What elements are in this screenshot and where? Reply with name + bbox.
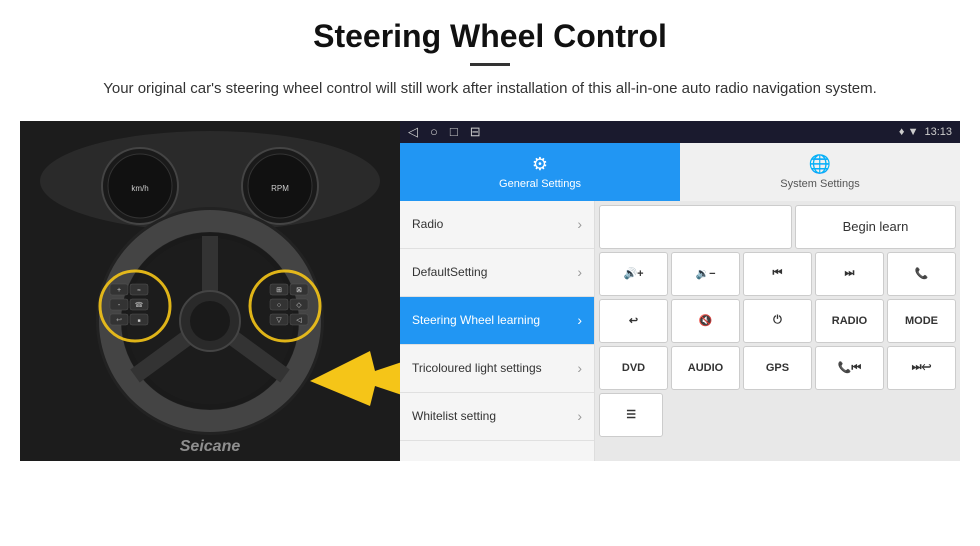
svg-text:↩: ↩ <box>116 317 122 324</box>
prev-icon: ⏮ <box>773 267 783 280</box>
mute-button[interactable]: 🔇 <box>671 299 740 343</box>
home-icon[interactable]: ○ <box>430 124 438 140</box>
page-subtitle: Your original car's steering wheel contr… <box>60 78 920 101</box>
menu-item-default[interactable]: DefaultSetting › <box>400 249 594 297</box>
android-ui-panel: ◁ ○ □ ⊟ ♦ ▼ 13:13 ⚙ General Settings 🌐 S… <box>400 121 960 461</box>
svg-text:◇: ◇ <box>296 302 302 309</box>
menu-icon-button[interactable]: ☰ <box>599 393 663 437</box>
tab-general-label: General Settings <box>499 178 581 190</box>
dvd-button[interactable]: DVD <box>599 346 668 390</box>
back-icon[interactable]: ◁ <box>408 124 418 140</box>
control-row-2: 🔊+ 🔉− ⏮ ⏭ 📞 <box>599 252 956 296</box>
tab-system-label: System Settings <box>780 178 859 190</box>
phone-prev-icon: 📞⏮ <box>838 361 862 375</box>
tab-system-settings[interactable]: 🌐 System Settings <box>680 143 960 201</box>
recent-icon[interactable]: □ <box>450 124 458 140</box>
radio-display <box>599 205 792 249</box>
mute-icon: 🔇 <box>699 314 713 327</box>
system-settings-icon: 🌐 <box>809 154 831 175</box>
skip-button[interactable]: ⏭↩ <box>887 346 956 390</box>
audio-button[interactable]: AUDIO <box>671 346 740 390</box>
menu-radio-label: Radio <box>412 217 443 231</box>
mode-button[interactable]: MODE <box>887 299 956 343</box>
radio-label: RADIO <box>832 315 867 327</box>
android-body: Radio › DefaultSetting › Steering Wheel … <box>400 201 960 461</box>
vol-up-button[interactable]: 🔊+ <box>599 252 668 296</box>
menu-whitelist-label: Whitelist setting <box>412 409 496 423</box>
phone-prev-button[interactable]: 📞⏮ <box>815 346 884 390</box>
chevron-icon: › <box>577 312 582 328</box>
dvd-label: DVD <box>622 362 645 374</box>
status-icons: ♦ ▼ 13:13 <box>899 126 952 138</box>
menu-item-tricoloured[interactable]: Tricoloured light settings › <box>400 345 594 393</box>
svg-text:⊠: ⊠ <box>296 287 302 294</box>
menu-item-radio[interactable]: Radio › <box>400 201 594 249</box>
call-end-button[interactable]: ↩ <box>599 299 668 343</box>
control-row-3: ↩ 🔇 ⏻ RADIO MODE <box>599 299 956 343</box>
menu-steering-label: Steering Wheel learning <box>412 313 540 327</box>
gps-label: GPS <box>766 362 789 374</box>
audio-label: AUDIO <box>688 362 723 374</box>
gps-button[interactable]: GPS <box>743 346 812 390</box>
svg-text:◁: ◁ <box>296 317 302 324</box>
signal-icon: ♦ ▼ <box>899 126 919 138</box>
content-area: km/h RPM + ≈ - ☎ ↩ <box>20 121 960 461</box>
menu-icon: ☰ <box>626 408 636 421</box>
general-settings-icon: ⚙ <box>532 154 548 175</box>
tab-general-settings[interactable]: ⚙ General Settings <box>400 143 680 201</box>
prev-button[interactable]: ⏮ <box>743 252 812 296</box>
next-button[interactable]: ⏭ <box>815 252 884 296</box>
chevron-icon: › <box>577 408 582 424</box>
power-button[interactable]: ⏻ <box>743 299 812 343</box>
phone-button[interactable]: 📞 <box>887 252 956 296</box>
svg-text:▽: ▽ <box>276 317 282 324</box>
page-title: Steering Wheel Control <box>40 18 940 55</box>
svg-text:■: ■ <box>137 318 140 324</box>
menu-default-label: DefaultSetting <box>412 265 487 279</box>
begin-learn-button[interactable]: Begin learn <box>795 205 956 249</box>
skip-icon: ⏭↩ <box>912 361 932 374</box>
clock: 13:13 <box>924 126 952 138</box>
title-divider <box>470 63 510 66</box>
android-status-bar: ◁ ○ □ ⊟ ♦ ▼ 13:13 <box>400 121 960 143</box>
svg-text:+: + <box>117 287 121 294</box>
menu-item-whitelist[interactable]: Whitelist setting › <box>400 393 594 441</box>
control-panel: Begin learn 🔊+ 🔉− ⏮ ⏭ <box>595 201 960 461</box>
control-row-1: Begin learn <box>599 205 956 249</box>
control-row-5: ☰ <box>599 393 956 437</box>
vol-down-icon: 🔉− <box>695 267 715 280</box>
android-tabs: ⚙ General Settings 🌐 System Settings <box>400 143 960 201</box>
vol-down-button[interactable]: 🔉− <box>671 252 740 296</box>
control-row-4: DVD AUDIO GPS 📞⏮ ⏭↩ <box>599 346 956 390</box>
svg-text:RPM: RPM <box>271 184 289 193</box>
svg-text:km/h: km/h <box>131 184 148 193</box>
vol-up-icon: 🔊+ <box>623 267 643 280</box>
menu-panel: Radio › DefaultSetting › Steering Wheel … <box>400 201 595 461</box>
chevron-icon: › <box>577 216 582 232</box>
svg-text:⊞: ⊞ <box>276 287 282 294</box>
steering-wheel-image: km/h RPM + ≈ - ☎ ↩ <box>20 121 400 461</box>
nav-buttons: ◁ ○ □ ⊟ <box>408 124 481 140</box>
page-header: Steering Wheel Control Your original car… <box>0 0 980 111</box>
chevron-icon: › <box>577 360 582 376</box>
power-icon: ⏻ <box>773 314 782 327</box>
mode-label: MODE <box>905 315 938 327</box>
chevron-icon: › <box>577 264 582 280</box>
menu-nav-icon[interactable]: ⊟ <box>470 124 481 140</box>
menu-item-steering[interactable]: Steering Wheel learning › <box>400 297 594 345</box>
next-icon: ⏭ <box>845 267 855 280</box>
menu-tricoloured-label: Tricoloured light settings <box>412 361 542 375</box>
call-end-icon: ↩ <box>629 314 638 327</box>
radio-button[interactable]: RADIO <box>815 299 884 343</box>
svg-text:○: ○ <box>277 302 281 309</box>
svg-text:Seicane: Seicane <box>180 438 241 455</box>
phone-icon: 📞 <box>915 267 929 280</box>
svg-text:☎: ☎ <box>135 301 144 309</box>
